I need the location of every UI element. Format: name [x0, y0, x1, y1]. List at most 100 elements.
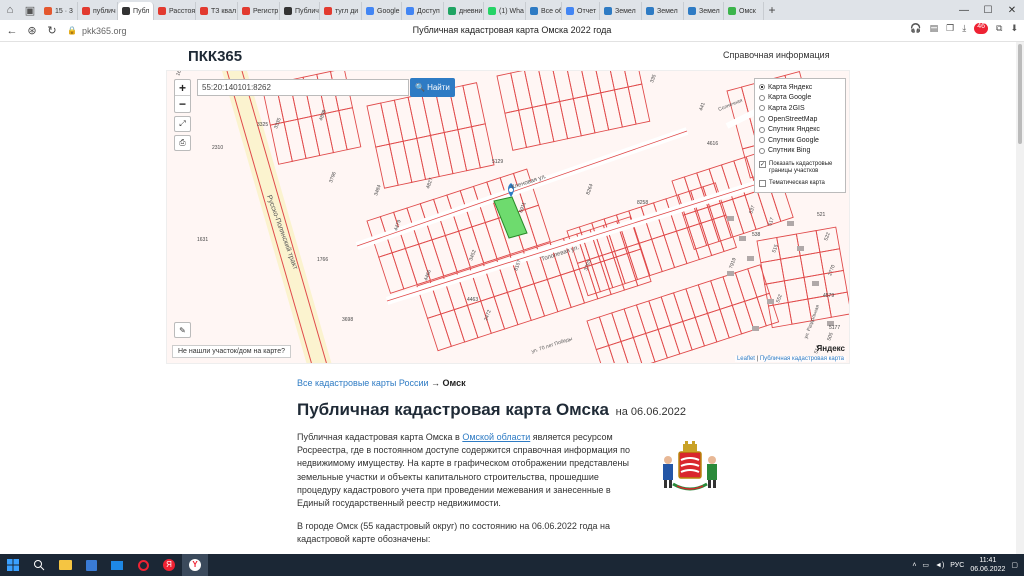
browser-tab[interactable]: дневни: [444, 2, 484, 20]
layer-radio[interactable]: [759, 84, 765, 91]
thematic-map-checkbox[interactable]: [759, 180, 766, 188]
browser-tab[interactable]: Google: [362, 2, 402, 20]
layer-option[interactable]: Карта Google: [759, 93, 841, 104]
store-icon[interactable]: [78, 554, 104, 576]
download-icon[interactable]: ⬇: [1010, 23, 1018, 34]
maximize-icon[interactable]: ☐: [976, 0, 1000, 20]
reload-icon[interactable]: ↻: [44, 23, 60, 39]
layer-radio[interactable]: [759, 147, 765, 154]
tab-label: Доступ: [417, 7, 440, 15]
close-window-icon[interactable]: ✕: [1000, 0, 1024, 20]
heading-date: на 06.06.2022: [615, 406, 686, 418]
clock[interactable]: 11:41 06.06.2022: [970, 556, 1005, 574]
reader-icon[interactable]: ▤: [930, 23, 939, 34]
map-label: 521: [817, 212, 826, 218]
browser-tab[interactable]: Омск: [724, 2, 764, 20]
opera-icon[interactable]: [130, 554, 156, 576]
mail-icon[interactable]: [104, 554, 130, 576]
tab-label: ТЗ квал: [211, 7, 237, 15]
scroll-thumb[interactable]: [1018, 44, 1022, 144]
volume-icon[interactable]: ◄): [935, 562, 944, 569]
network-icon[interactable]: ▭: [922, 561, 929, 569]
map-label: 1766: [317, 257, 328, 263]
browser-tab[interactable]: публич: [78, 2, 118, 20]
browser-tab[interactable]: Доступ: [402, 2, 444, 20]
yandex-icon[interactable]: Я: [156, 554, 182, 576]
breadcrumb-link[interactable]: Все кадастровые карты России: [297, 378, 429, 388]
fullscreen-icon[interactable]: ⤢: [174, 116, 191, 132]
layer-option[interactable]: Карта 2GIS: [759, 103, 841, 114]
minimize-icon[interactable]: —: [952, 0, 976, 20]
print-icon[interactable]: ⎙: [174, 135, 191, 151]
zoom-in-button[interactable]: +: [175, 80, 190, 96]
browser-tab[interactable]: Публич: [280, 2, 320, 20]
downloads-icon[interactable]: ⤓: [962, 23, 966, 34]
layer-option[interactable]: Карта Яндекс: [759, 82, 841, 93]
layer-radio[interactable]: [759, 105, 765, 112]
yandex-protect-icon[interactable]: ⊛: [24, 23, 40, 39]
browser-tab[interactable]: Регистр: [238, 2, 280, 20]
zoom-out-button[interactable]: −: [175, 96, 190, 112]
new-tab-button[interactable]: +: [764, 3, 780, 17]
clock-time: 11:41: [979, 557, 997, 564]
tab-label: Google: [377, 7, 400, 15]
windows-start-icon[interactable]: [0, 554, 26, 576]
extension-badge[interactable]: 46: [974, 23, 989, 34]
tab-collections-icon[interactable]: ▣: [20, 0, 40, 20]
thematic-map-option[interactable]: Тематическая карта: [759, 180, 841, 188]
building-footprint: [767, 299, 774, 304]
layer-radio[interactable]: [759, 126, 765, 133]
file-explorer-icon[interactable]: [52, 554, 78, 576]
browser-tab[interactable]: Отчет: [562, 2, 600, 20]
search-taskbar-icon[interactable]: [26, 554, 52, 576]
yandex-browser-icon[interactable]: Y: [182, 554, 208, 576]
browser-tab[interactable]: Земел: [642, 2, 684, 20]
layer-option[interactable]: OpenStreetMap: [759, 114, 841, 125]
url-field[interactable]: pkk365.org: [82, 26, 127, 36]
back-icon[interactable]: ←: [4, 23, 20, 39]
page-scrollbar[interactable]: [1016, 42, 1024, 554]
cadastral-map[interactable]: Русско-Полянский тракт Кленовая ул. Тополе…: [166, 70, 850, 364]
home-icon[interactable]: ⌂: [0, 0, 20, 20]
show-borders-checkbox[interactable]: ✓: [759, 161, 766, 169]
tab-label: дневни: [459, 7, 483, 15]
ruler-icon[interactable]: ✎: [174, 322, 191, 338]
tab-label: Отчет: [577, 7, 597, 15]
building-footprint: [787, 221, 794, 226]
help-link[interactable]: Справочная информация: [723, 50, 830, 60]
cadastral-parcels-layer[interactable]: Русско-Полянский трактКленовая ул.Тополе…: [167, 71, 850, 364]
find-button[interactable]: 🔍 Найти: [410, 78, 455, 97]
language-indicator[interactable]: РУС: [950, 562, 964, 569]
yandex-logo[interactable]: Яндекс: [817, 344, 845, 353]
region-link[interactable]: Омской области: [462, 432, 530, 442]
notifications-icon[interactable]: ▢: [1011, 561, 1018, 569]
browser-tab[interactable]: (1) Wha: [484, 2, 526, 20]
map-label: 3325: [257, 122, 268, 128]
tray-arrow-icon[interactable]: ˄: [912, 562, 916, 569]
not-found-button[interactable]: Не нашли участок/дом на карте?: [172, 345, 291, 358]
browser-tab[interactable]: Все об: [526, 2, 562, 20]
browser-tab[interactable]: тугл ди: [320, 2, 362, 20]
layer-radio[interactable]: [759, 116, 765, 123]
browser-tab[interactable]: Публ✕: [118, 2, 154, 20]
window-controls: — ☐ ✕: [952, 0, 1024, 20]
headphones-icon[interactable]: 🎧: [910, 23, 921, 34]
pkk-link[interactable]: Публичная кадастровая карта: [760, 356, 844, 362]
layer-radio[interactable]: [759, 94, 765, 101]
cadastral-search-input[interactable]: [197, 79, 409, 96]
layer-option[interactable]: Спутник Bing: [759, 146, 841, 157]
layer-radio[interactable]: [759, 137, 765, 144]
extensions-icon[interactable]: ⧉: [996, 23, 1002, 34]
bookmark-icon[interactable]: ❐: [946, 23, 954, 34]
browser-tab[interactable]: 15 · 3: [40, 2, 78, 20]
leaflet-link[interactable]: Leaflet: [737, 356, 755, 362]
browser-tab[interactable]: Земел: [600, 2, 642, 20]
site-logo[interactable]: ПКК365: [188, 48, 242, 65]
browser-tab[interactable]: Расстоя: [154, 2, 196, 20]
browser-tab[interactable]: Земел: [684, 2, 724, 20]
layer-option[interactable]: Спутник Google: [759, 135, 841, 146]
browser-tab[interactable]: ТЗ квал: [196, 2, 238, 20]
layer-option[interactable]: Спутник Яндекс: [759, 124, 841, 135]
heading-text: Публичная кадастровая карта Омска: [297, 400, 609, 419]
show-borders-option[interactable]: ✓ Показать кадастровые границы участков: [759, 161, 841, 175]
